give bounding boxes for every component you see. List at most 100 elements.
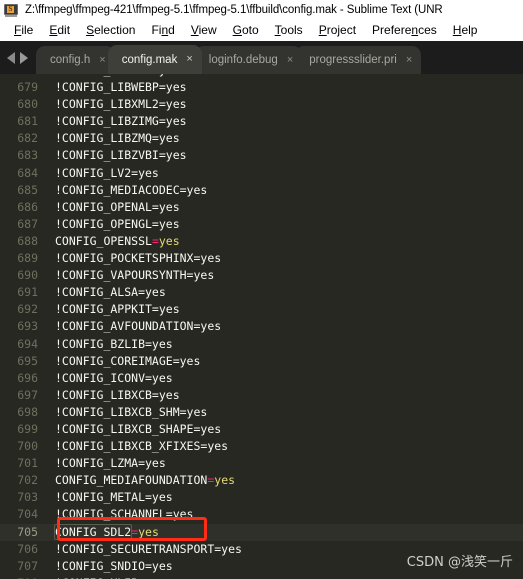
menu-item-project[interactable]: Project	[311, 23, 364, 37]
code-line[interactable]: 681 !CONFIG_LIBZIMG=yes	[0, 113, 523, 130]
tab-close-icon[interactable]: ×	[99, 54, 105, 66]
tab-close-icon[interactable]: ×	[186, 54, 192, 65]
code-text: !CONFIG_LIBZMQ=yes	[47, 130, 180, 147]
config-disabled: !CONFIG_BZLIB=yes	[55, 336, 173, 351]
line-number: 695	[17, 353, 38, 368]
code-text: !CONFIG_SCHANNEL=yes	[47, 506, 193, 523]
menu-item-help[interactable]: Help	[445, 23, 486, 37]
config-disabled: !CONFIG_OPENGL=yes	[55, 216, 180, 231]
next-tab-arrow-icon[interactable]	[20, 51, 28, 64]
code-line[interactable]: 679 !CONFIG_LIBWEBP=yes	[0, 79, 523, 96]
code-line[interactable]: 702 CONFIG_MEDIAFOUNDATION=yes	[0, 472, 523, 489]
code-line[interactable]: 680 !CONFIG_LIBXML2=yes	[0, 96, 523, 113]
menu-item-find[interactable]: Find	[143, 23, 182, 37]
tab-config-mak[interactable]: config.mak ×	[107, 45, 202, 74]
code-line[interactable]: 697 !CONFIG_LIBXCB=yes	[0, 387, 523, 404]
menu-item-file[interactable]: File	[6, 23, 41, 37]
code-text: !CONFIG_LIBZVBI=yes	[47, 147, 187, 164]
code-line[interactable]: 695 !CONFIG_COREIMAGE=yes	[0, 353, 523, 370]
config-disabled: !CONFIG_OPENAL=yes	[55, 199, 180, 214]
tab-label: config.h	[50, 54, 91, 66]
menu-item-selection[interactable]: Selection	[78, 23, 143, 37]
menu-item-preferences[interactable]: Preferences	[364, 23, 445, 37]
code-line[interactable]: 696 !CONFIG_ICONV=yes	[0, 370, 523, 387]
code-text: !CONFIG_OPENGL=yes	[47, 216, 180, 233]
equals-operator: =	[151, 233, 159, 248]
code-text: !CONFIG_METAL=yes	[47, 489, 173, 506]
code-text: !CONFIG_LIBXCB_SHAPE=yes	[47, 421, 221, 438]
code-line[interactable]: 704 !CONFIG_SCHANNEL=yes	[0, 506, 523, 523]
menu-item-tools[interactable]: Tools	[267, 23, 311, 37]
tab-close-icon[interactable]: ×	[406, 54, 412, 66]
line-number: 692	[17, 302, 38, 317]
code-line[interactable]: 701 !CONFIG_LZMA=yes	[0, 455, 523, 472]
code-line[interactable]: 688 CONFIG_OPENSSL=yes	[0, 233, 523, 250]
line-number: 679	[17, 80, 38, 95]
line-number: 686	[17, 199, 38, 214]
menu-item-edit[interactable]: Edit	[41, 23, 78, 37]
line-number: 688	[17, 233, 38, 248]
line-number: 704	[17, 507, 38, 522]
line-number: 684	[17, 165, 38, 180]
tab-label: loginfo.debug	[208, 54, 278, 66]
menu-item-view[interactable]: View	[183, 23, 225, 37]
code-line[interactable]: 699 !CONFIG_LIBXCB_SHAPE=yes	[0, 421, 523, 438]
config-key: CONFIG_SDL2	[53, 523, 133, 540]
code-line[interactable]: 689 !CONFIG_POCKETSPHINX=yes	[0, 250, 523, 267]
code-text: !CONFIG_XLIB=yes	[47, 575, 166, 579]
code-text: !CONFIG_LIBZIMG=yes	[47, 113, 187, 130]
tab-progressslider-pri[interactable]: progressslider.pri ×	[295, 46, 422, 74]
code-text: CONFIG_OPENSSL=yes	[47, 233, 180, 250]
window-title: Z:\ffmpeg\ffmpeg-421\ffmpeg-5.1\ffmpeg-5…	[25, 3, 443, 16]
code-line[interactable]: 690 !CONFIG_VAPOURSYNTH=yes	[0, 267, 523, 284]
line-number: 691	[17, 285, 38, 300]
tab-label: progressslider.pri	[309, 54, 397, 66]
config-key: CONFIG_MEDIAFOUNDATION	[55, 473, 208, 488]
code-line[interactable]: 684 !CONFIG_LV2=yes	[0, 165, 523, 182]
line-number: 687	[17, 216, 38, 231]
code-text: !CONFIG_LZMA=yes	[47, 455, 166, 472]
config-disabled: !CONFIG_SECURETRANSPORT=yes	[55, 541, 242, 556]
config-disabled: !CONFIG_LIBXCB_SHAPE=yes	[55, 421, 222, 436]
code-line[interactable]: 708!CONFIG_XLIB=yes	[0, 575, 523, 579]
sublime-text-window: S Z:\ffmpeg\ffmpeg-421\ffmpeg-5.1\ffmpeg…	[0, 0, 523, 579]
config-disabled: !CONFIG_LV2=yes	[55, 165, 159, 180]
code-line[interactable]: 703 !CONFIG_METAL=yes	[0, 489, 523, 506]
code-text: !CONFIG_OPENAL=yes	[47, 199, 180, 216]
config-disabled: !CONFIG_LIBXML2=yes	[55, 97, 187, 112]
code-line[interactable]: 692 !CONFIG_APPKIT=yes	[0, 301, 523, 318]
code-text: CONFIG_MEDIAFOUNDATION=yes	[47, 472, 235, 489]
code-line[interactable]: 682 !CONFIG_LIBZMQ=yes	[0, 130, 523, 147]
code-line[interactable]: 698 !CONFIG_LIBXCB_SHM=yes	[0, 404, 523, 421]
code-line[interactable]: 693 !CONFIG_AVFOUNDATION=yes	[0, 318, 523, 335]
tab-loginfo-debug[interactable]: loginfo.debug ×	[194, 46, 303, 74]
tab-close-icon[interactable]: ×	[287, 54, 293, 66]
code-line[interactable]: 686 !CONFIG_OPENAL=yes	[0, 199, 523, 216]
code-editor[interactable]: 678!CONFIG_LIBVPX=yes679!CONFIG_LIBWEBP=…	[0, 74, 523, 579]
code-line[interactable]: 687 !CONFIG_OPENGL=yes	[0, 216, 523, 233]
line-number: 681	[17, 114, 38, 129]
code-line[interactable]: 685 !CONFIG_MEDIACODEC=yes	[0, 182, 523, 199]
code-text: !CONFIG_VAPOURSYNTH=yes	[47, 267, 214, 284]
previous-tab-arrow-icon[interactable]	[7, 51, 15, 64]
config-disabled: !CONFIG_LIBZMQ=yes	[55, 131, 180, 146]
config-disabled: !CONFIG_AVFOUNDATION=yes	[55, 319, 222, 334]
tab-config-h[interactable]: config.h ×	[36, 46, 115, 74]
code-line[interactable]: 691 !CONFIG_ALSA=yes	[0, 284, 523, 301]
code-text: !CONFIG_BZLIB=yes	[47, 336, 173, 353]
line-number: 693	[17, 319, 38, 334]
line-number: 700	[17, 439, 38, 454]
line-number: 703	[17, 490, 38, 505]
code-line[interactable]: 683 !CONFIG_LIBZVBI=yes	[0, 147, 523, 164]
sublime-text-icon: S	[4, 3, 19, 17]
code-text: !CONFIG_LIBXCB=yes	[47, 387, 180, 404]
config-disabled: !CONFIG_LIBZVBI=yes	[55, 148, 187, 163]
config-disabled: !CONFIG_VAPOURSYNTH=yes	[55, 268, 215, 283]
line-number: 706	[17, 541, 38, 556]
tab-nav-arrows	[0, 41, 36, 74]
menu-item-goto[interactable]: Goto	[225, 23, 267, 37]
code-text: !CONFIG_AVFOUNDATION=yes	[47, 318, 221, 335]
code-line[interactable]: 694 !CONFIG_BZLIB=yes	[0, 336, 523, 353]
code-line[interactable]: 700 !CONFIG_LIBXCB_XFIXES=yes	[0, 438, 523, 455]
code-line[interactable]: 705 CONFIG_SDL2=yes	[0, 523, 523, 541]
